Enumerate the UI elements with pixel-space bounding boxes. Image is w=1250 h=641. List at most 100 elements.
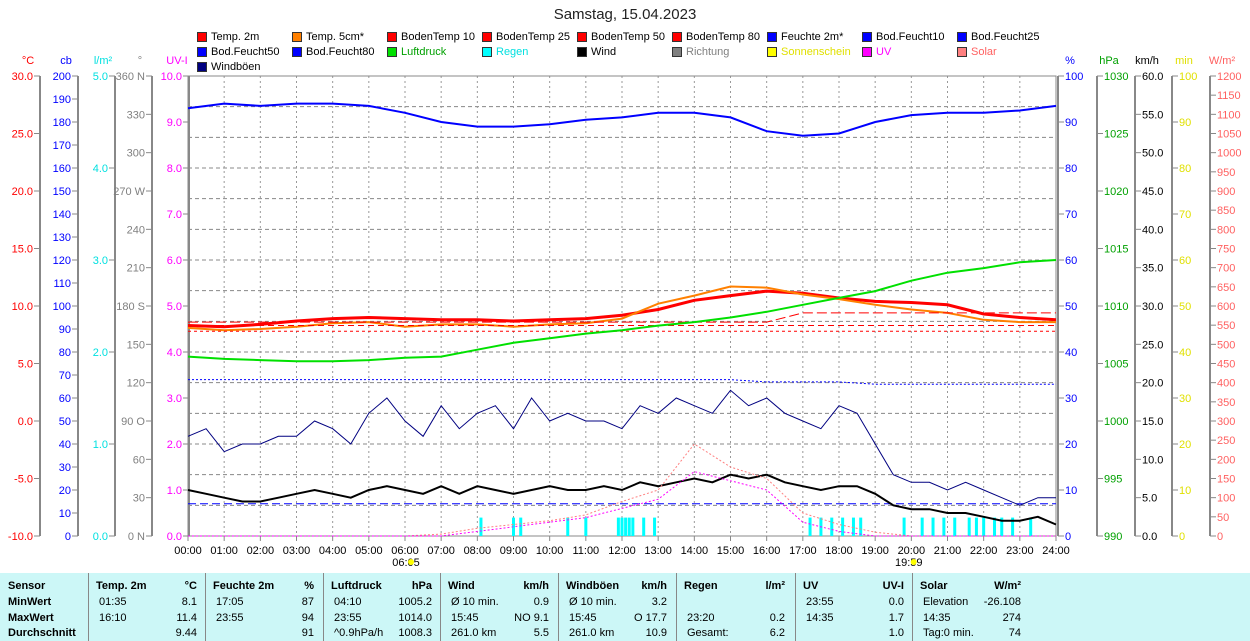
axis-tick-label: 60 <box>1179 255 1191 267</box>
cell-value: 1005.2 <box>398 596 432 608</box>
table-column: Luftdruck hPa 04:10 1005.2 23:55 1014.0 ^0.9hP… <box>323 573 441 641</box>
axis-tick-label: 0.0 <box>1142 531 1157 543</box>
axis-unit-label: km/h <box>1135 55 1159 67</box>
axis-tick-label: 10.0 <box>161 71 182 83</box>
axis-tick-label: 20 <box>1065 439 1077 451</box>
column-unit: km/h <box>523 580 549 592</box>
axis-unit-label: hPa <box>1099 55 1119 67</box>
axis-tick-label: 990 <box>1104 531 1122 543</box>
table-column: Solar W/m² Elevation -26.108 14:35 274 Tag:0 m… <box>912 573 1030 641</box>
column-unit: °C <box>184 580 197 592</box>
x-tick-label: 01:00 <box>210 545 238 557</box>
axis-tick-label: 90 <box>59 324 71 336</box>
axis-tick-label: 50.0 <box>1142 148 1163 160</box>
cell-value: 11.4 <box>176 612 197 624</box>
cell-value: 0.2 <box>769 612 785 624</box>
axis-tick-label: 1050 <box>1217 129 1241 141</box>
cell-value: -26.108 <box>983 596 1021 608</box>
axis-tick-label: 360 N <box>116 71 145 83</box>
axis-tick-label: 15.0 <box>1142 416 1163 428</box>
cell-value: 6.2 <box>769 627 785 639</box>
axis-tick-label: 70 <box>1065 209 1077 221</box>
axis-tick-label: 4.0 <box>93 163 108 175</box>
axis-tick-label: 20.0 <box>12 186 33 198</box>
cell-value: 87 <box>301 596 314 608</box>
rain-bar <box>624 517 628 536</box>
sun-icon <box>408 559 415 565</box>
cell-value: 5.5 <box>533 627 549 639</box>
series-feuchte-2m- <box>187 102 1057 137</box>
axis-tick-label: 0.0 <box>167 531 182 543</box>
axis-tick-label: 60 <box>133 454 145 466</box>
axis-tick-label: 250 <box>1217 435 1235 447</box>
series-temp-5cm- <box>187 285 1056 332</box>
axis-tick-label: 40.0 <box>1142 224 1163 236</box>
cell-value: 3.2 <box>651 596 667 608</box>
axis-unit-label: °C <box>22 55 34 67</box>
rain-bar <box>920 517 924 536</box>
axis-tick-label: 270 W <box>113 186 145 198</box>
rain-bar <box>1029 517 1033 536</box>
axis-tick-label: 180 S <box>116 301 145 313</box>
axis-tick-label: 550 <box>1217 320 1235 332</box>
axis-tick-label: 45.0 <box>1142 186 1163 198</box>
rain-bar <box>830 517 834 536</box>
rain-bar <box>931 517 935 536</box>
axis-unit-label: % <box>1065 55 1075 67</box>
axis-tick-label: 25.0 <box>12 129 33 141</box>
axis-tick-label: -10.0 <box>8 531 33 543</box>
chart-svg: °C 30.0 25.0 20.0 15.0 10.0 5.0 0.0 -5.0 -10.0 cb 2… <box>8 55 1242 569</box>
axis-tick-label: 30.0 <box>12 71 33 83</box>
cell-value: 1.0 <box>888 627 904 639</box>
x-tick-label: 22:00 <box>970 545 998 557</box>
axis-tick-label: 1100 <box>1217 109 1241 121</box>
column-unit: % <box>304 580 314 592</box>
axis-tick-label: 120 <box>53 255 71 267</box>
axis-tick-label: 1150 <box>1217 90 1241 102</box>
column-unit: km/h <box>641 580 667 592</box>
rain-bar <box>653 517 657 536</box>
axis-tick-label: 1200 <box>1217 71 1241 83</box>
axis-tick-label: 900 <box>1217 186 1235 198</box>
axis-tick-label: 1025 <box>1104 129 1128 141</box>
axis-tick-label: 0.0 <box>18 416 33 428</box>
rain-bar <box>841 517 845 536</box>
x-tick-label: 19:00 <box>861 545 889 557</box>
axis-tick-label: 300 <box>127 148 145 160</box>
axis-tick-label: 60 <box>59 393 71 405</box>
cell-value: 274 <box>1002 612 1021 624</box>
cell-value: 91 <box>301 627 314 639</box>
axis-tick-label: 210 <box>127 263 145 275</box>
axis-tick-label: 4.0 <box>167 347 182 359</box>
axis-unit-label: W/m² <box>1209 55 1236 67</box>
axis-tick-label: 60.0 <box>1142 71 1163 83</box>
axis-tick-label: 300 <box>1217 416 1235 428</box>
rain-bar <box>902 517 906 536</box>
sun-icon <box>910 559 917 565</box>
cell-value: 0.0 <box>888 596 904 608</box>
axis-tick-label: 180 <box>53 117 71 129</box>
axis-tick-label: 50 <box>1217 512 1229 524</box>
weather-chart-page: Samstag, 15.04.2023 Temp. 2m Temp. 5cm* Bo… <box>0 0 1250 641</box>
axis-tick-label: 40 <box>59 439 71 451</box>
rain-bar <box>616 517 620 536</box>
axis-unit-label: l/m² <box>94 55 113 67</box>
table-column: Regen l/m² 23:20 0.2 Gesamt: 6.2 <box>676 573 794 641</box>
cell-value: 1008.3 <box>398 627 432 639</box>
axis-tick-label: 800 <box>1217 224 1235 236</box>
axis-tick-label: 55.0 <box>1142 109 1163 121</box>
axis-tick-label: 1005 <box>1104 359 1128 371</box>
axis-tick-label: 5.0 <box>1142 493 1157 505</box>
axis-tick-label: 1.0 <box>93 439 108 451</box>
axis-tick-label: 0 <box>1217 531 1223 543</box>
axis-tick-label: 10.0 <box>1142 454 1163 466</box>
axis-tick-label: 1.0 <box>167 485 182 497</box>
axis-tick-label: 110 <box>53 278 71 290</box>
table-column: Windböen km/h Ø 10 min. 3.2 15:45 O 17.7 261.0… <box>558 573 676 641</box>
axis-tick-label: 240 <box>127 224 145 236</box>
axis-tick-label: 5.0 <box>18 359 33 371</box>
axis-unit-label: min <box>1175 55 1193 67</box>
axis-tick-label: 500 <box>1217 339 1235 351</box>
x-tick-label: 12:00 <box>608 545 636 557</box>
rain-bar <box>967 517 971 536</box>
